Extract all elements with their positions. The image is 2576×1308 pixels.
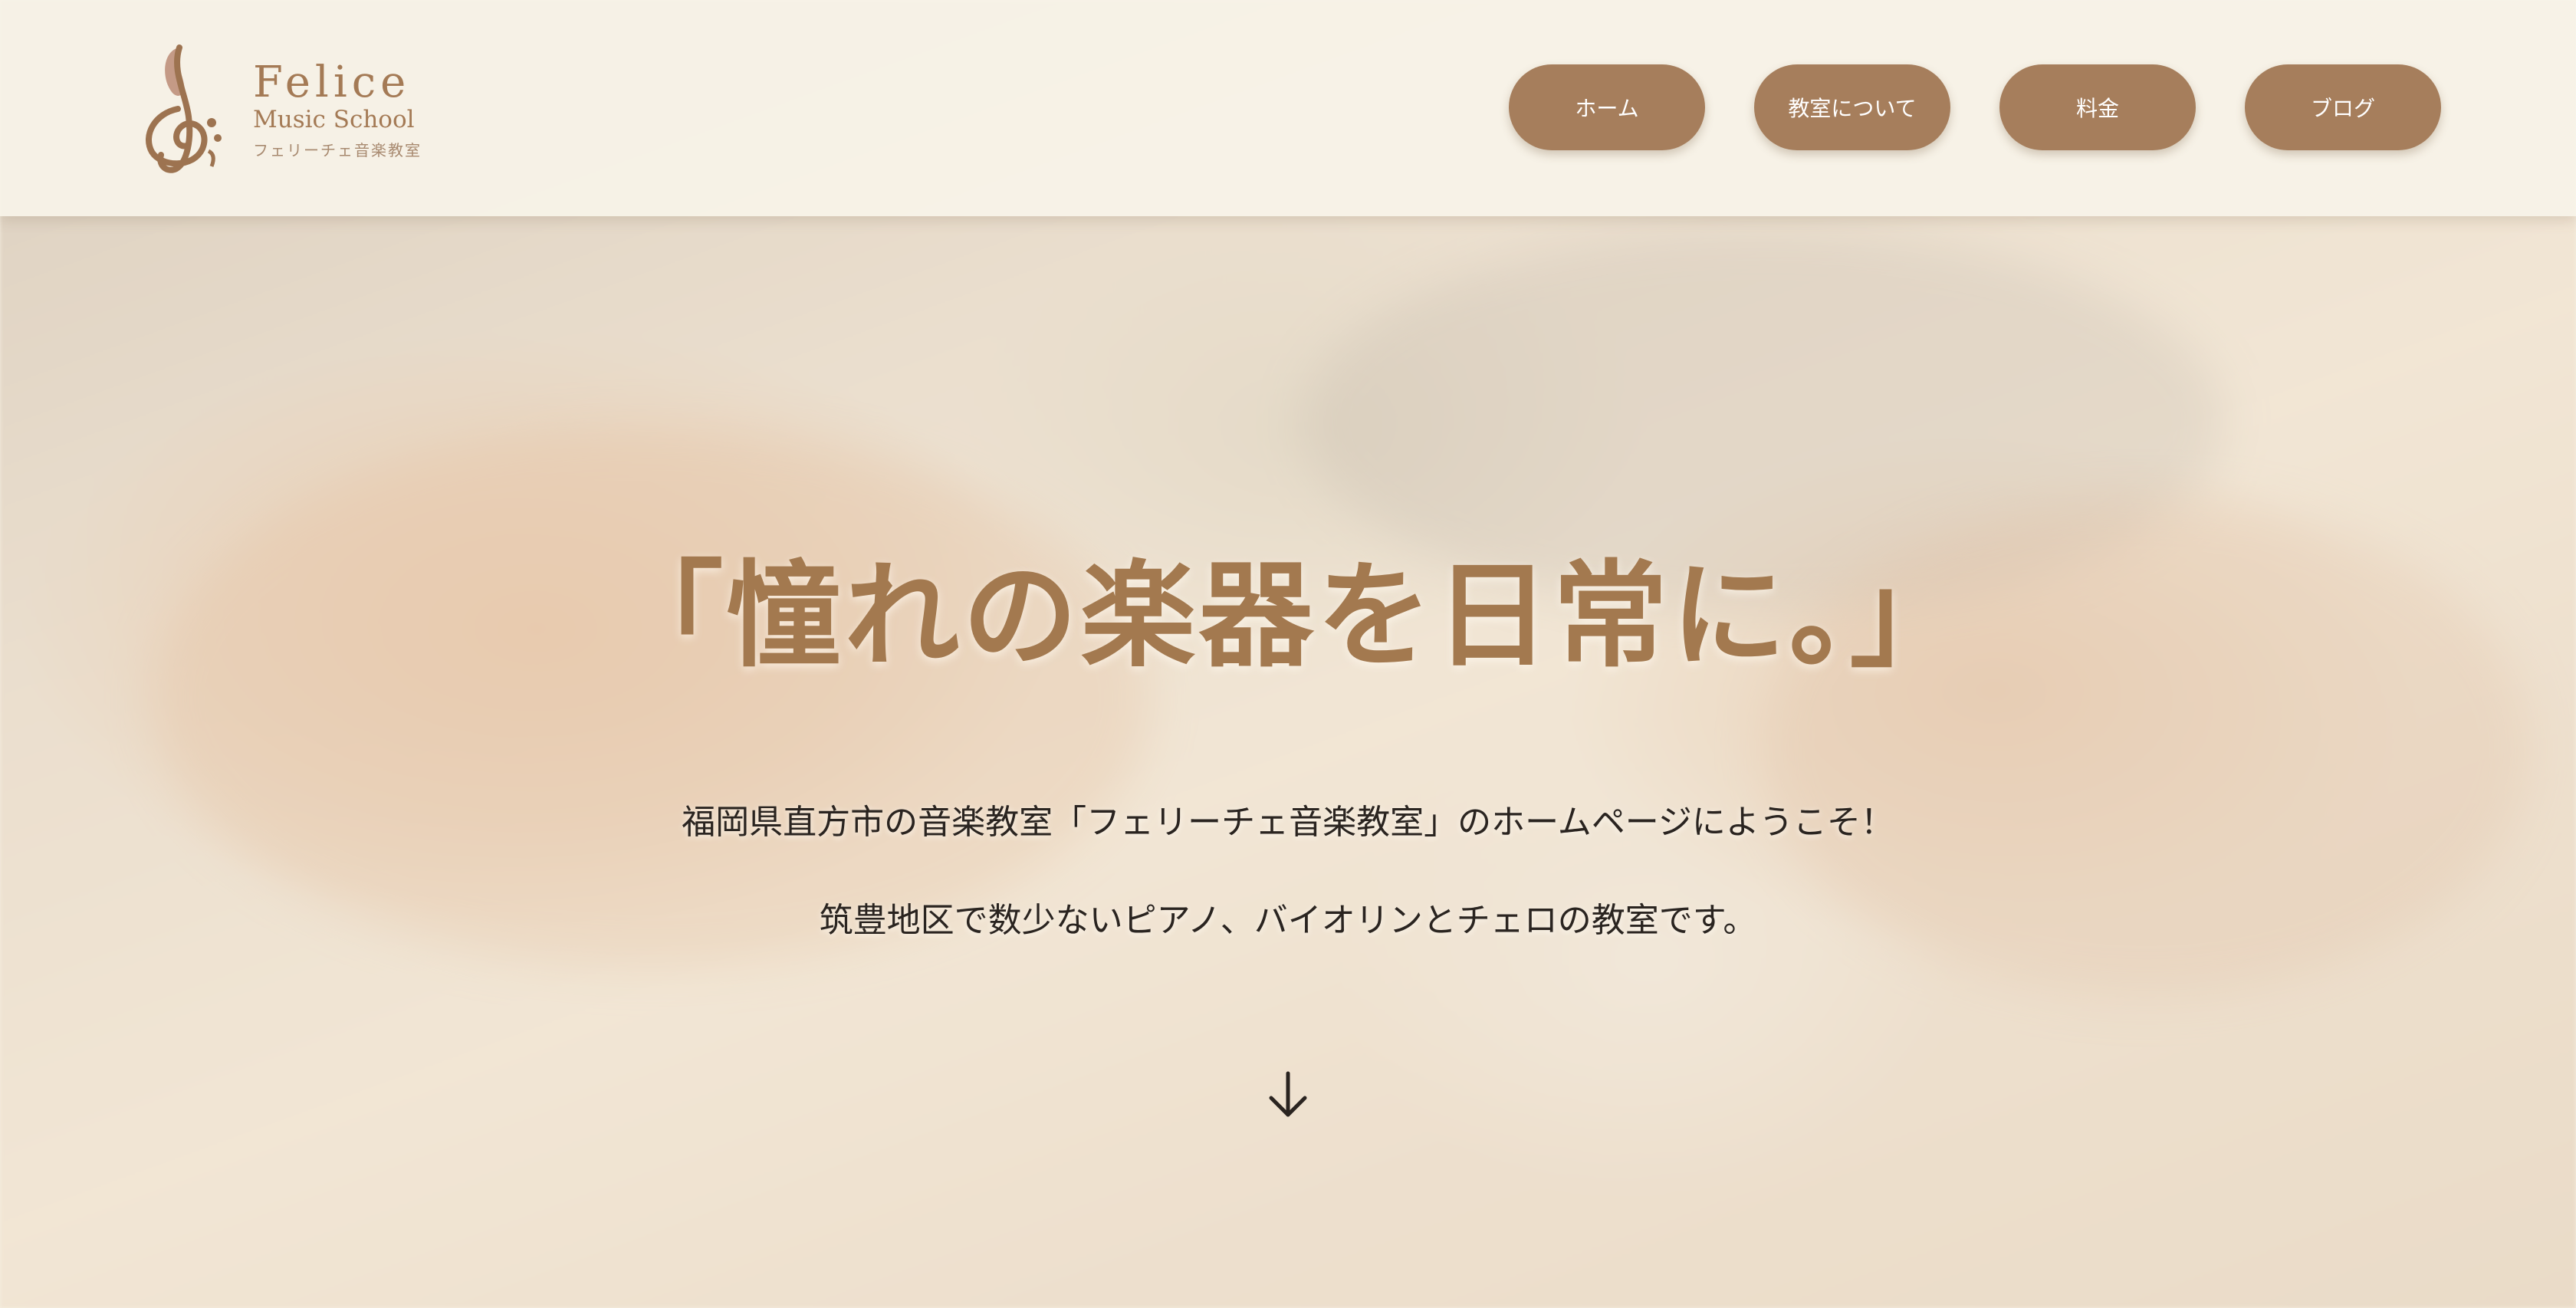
brand-name: Felice (253, 58, 411, 107)
main-nav: ホーム 教室について 料金 ブログ (1509, 64, 2441, 150)
nav-about-button[interactable]: 教室について (1754, 64, 1950, 150)
nav-pricing-button[interactable]: 料金 (1999, 64, 2196, 150)
arrow-down-icon[interactable] (1265, 1069, 1311, 1122)
page: Felice Music School フェリーチェ音楽教室 ホーム 教室につい… (0, 0, 2576, 1308)
hero-intro-line-1: 福岡県直方市の音楽教室「フェリーチェ音楽教室」のホームページにようこそ！ (682, 803, 1894, 842)
treble-clef-icon (146, 44, 222, 173)
hero-section: 「憧れの楽器を日常に。」 福岡県直方市の音楽教室「フェリーチェ音楽教室」のホーム… (0, 216, 2576, 1308)
nav-home-button[interactable]: ホーム (1509, 64, 1705, 150)
site-header: Felice Music School フェリーチェ音楽教室 ホーム 教室につい… (0, 0, 2576, 216)
brand-japanese-name: フェリーチェ音楽教室 (253, 141, 422, 159)
nav-blog-button[interactable]: ブログ (2245, 64, 2441, 150)
hero-intro-line-2: 筑豊地区で数少ないピアノ、バイオリンとチェロの教室です。 (819, 901, 1757, 940)
hero-headline: 「憧れの楽器を日常に。」 (608, 547, 1968, 683)
brand-subtitle: Music School (253, 106, 415, 133)
site-logo[interactable]: Felice Music School フェリーチェ音楽教室 (132, 40, 420, 178)
logo-text: Felice Music School フェリーチェ音楽教室 (253, 60, 422, 167)
